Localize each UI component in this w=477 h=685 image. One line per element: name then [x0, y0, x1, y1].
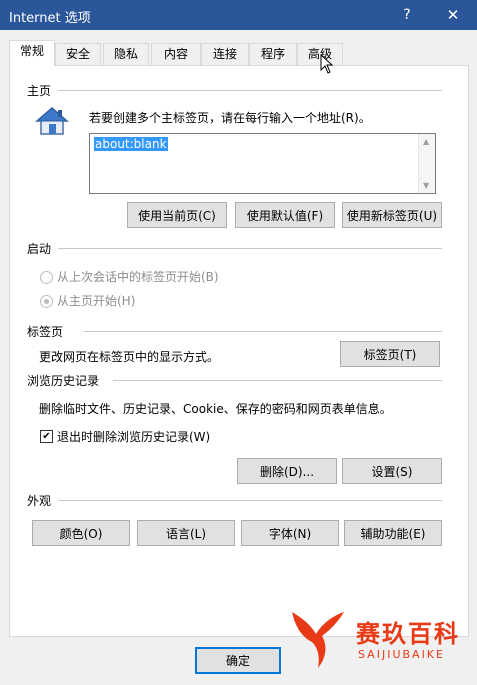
tab-connections[interactable]: 连接: [201, 43, 249, 65]
help-icon[interactable]: ?: [396, 4, 418, 26]
use-current-page-button[interactable]: 使用当前页(C): [127, 202, 227, 228]
window-title: Internet 选项: [9, 11, 91, 26]
startup-group-title: 启动: [27, 242, 52, 256]
languages-button[interactable]: 语言(L): [137, 520, 235, 546]
ok-button[interactable]: 确定: [195, 647, 281, 674]
tabs-settings-button[interactable]: 标签页(T): [340, 341, 440, 367]
homepage-instruction: 若要创建多个主标签页，请在每行输入一个地址(R)。: [89, 111, 371, 125]
history-divider: [113, 380, 442, 381]
tab-security[interactable]: 安全: [55, 43, 101, 65]
scroll-down-icon[interactable]: ▼: [423, 181, 429, 190]
house-icon: [35, 107, 69, 135]
radio-homepage-label: 从主页开始(H): [57, 294, 136, 308]
history-description: 删除临时文件、历史记录、Cookie、保存的密码和网页表单信息。: [39, 402, 392, 416]
use-new-tab-button[interactable]: 使用新标签页(U): [342, 202, 442, 228]
tab-general[interactable]: 常规: [9, 40, 55, 66]
watermark-text-cn: 赛玖百科: [356, 620, 460, 648]
accessibility-button[interactable]: 辅助功能(E): [344, 520, 442, 546]
history-group-title: 浏览历史记录: [27, 374, 100, 388]
radio-last-session[interactable]: [40, 271, 53, 284]
tab-privacy[interactable]: 隐私: [103, 43, 149, 65]
tab-programs[interactable]: 程序: [249, 43, 297, 65]
title-bar: Internet 选项 ? ✕: [0, 0, 477, 30]
radio-last-session-label: 从上次会话中的标签页开始(B): [57, 270, 219, 284]
startup-divider: [58, 248, 442, 249]
delete-on-exit-label: 退出时删除浏览历史记录(W): [57, 430, 211, 444]
tabs-description: 更改网页在标签页中的显示方式。: [39, 350, 220, 364]
radio-homepage[interactable]: [40, 295, 53, 308]
mouse-cursor-icon: [320, 54, 334, 74]
tabs-divider: [84, 331, 442, 332]
whale-tail-icon: [292, 612, 344, 668]
close-icon[interactable]: ✕: [440, 4, 466, 26]
homepage-url-value: about:blank: [94, 137, 168, 151]
scroll-up-icon[interactable]: ▲: [423, 137, 429, 146]
history-settings-button[interactable]: 设置(S): [342, 458, 442, 484]
tab-content[interactable]: 内容: [151, 43, 201, 65]
delete-on-exit-checkbox[interactable]: ✔: [40, 430, 53, 443]
watermark-logo: 赛玖百科 SAIJIUBAIKE: [286, 608, 466, 668]
colors-button[interactable]: 颜色(O): [32, 520, 130, 546]
fonts-button[interactable]: 字体(N): [241, 520, 339, 546]
homepage-divider: [58, 90, 442, 91]
use-default-button[interactable]: 使用默认值(F): [235, 202, 335, 228]
textarea-scrollbar[interactable]: ▲ ▼: [418, 134, 435, 193]
watermark-text-en: SAIJIUBAIKE: [358, 648, 445, 661]
delete-history-button[interactable]: 删除(D)...: [237, 458, 337, 484]
homepage-url-textarea[interactable]: about:blank ▲ ▼: [89, 133, 436, 194]
appearance-divider: [58, 500, 442, 501]
homepage-group-title: 主页: [27, 84, 52, 98]
appearance-group-title: 外观: [27, 494, 52, 508]
tabs-group-title: 标签页: [27, 325, 64, 339]
